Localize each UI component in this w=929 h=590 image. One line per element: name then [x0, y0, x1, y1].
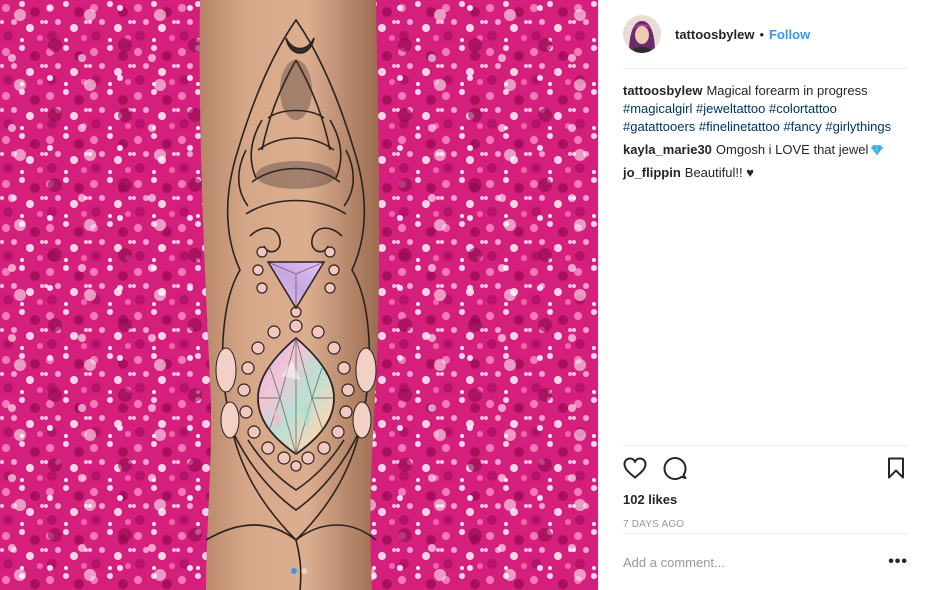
caption-text: Magical forearm in progress	[706, 83, 868, 98]
comment-bubble-icon	[663, 457, 687, 480]
comment-text: Beautiful!! ♥	[684, 165, 754, 180]
avatar[interactable]	[623, 15, 661, 53]
caption-hashtags[interactable]: #magicalgirl #jeweltattoo #colortattoo #…	[623, 101, 891, 134]
comment-text: Omgosh i LOVE that jewel	[715, 142, 869, 157]
post-header: tattoosbylew • Follow	[623, 0, 908, 69]
post-side-panel: tattoosbylew • Follow tattoosbylew Magica…	[598, 0, 929, 590]
comment-username[interactable]: jo_flippin	[623, 165, 681, 180]
save-button[interactable]	[884, 456, 908, 480]
caption-username[interactable]: tattoosbylew	[623, 83, 702, 98]
post-timestamp[interactable]: 7 DAYS AGO	[623, 519, 908, 530]
heart-icon	[623, 457, 647, 479]
comment-input[interactable]	[623, 554, 889, 570]
follow-button[interactable]: Follow	[769, 27, 810, 42]
bookmark-icon	[888, 457, 904, 479]
tattoo-photo	[0, 0, 598, 590]
header-separator: •	[759, 26, 765, 42]
post-actions-section: 102 likes 7 DAYS AGO	[623, 445, 908, 530]
gem-icon	[871, 145, 884, 155]
instagram-post: tattoosbylew • Follow tattoosbylew Magica…	[0, 0, 929, 590]
caption: tattoosbylew Magical forearm in progress …	[623, 82, 908, 136]
comment-item: jo_flippin Beautiful!! ♥	[623, 164, 908, 182]
comment-button[interactable]	[663, 456, 687, 480]
carousel-dot-2[interactable]	[301, 568, 307, 574]
comment-item: kayla_marie30 Omgosh i LOVE that jewel	[623, 141, 908, 159]
more-options-icon[interactable]: •••	[888, 554, 908, 570]
like-button[interactable]	[623, 456, 647, 480]
carousel-dot-1[interactable]	[291, 568, 297, 574]
post-photo[interactable]	[0, 0, 598, 590]
action-bar	[623, 446, 908, 490]
comments-list: tattoosbylew Magical forearm in progress …	[623, 82, 908, 187]
carousel-indicator	[0, 568, 598, 574]
author-username[interactable]: tattoosbylew	[675, 27, 754, 42]
avatar-image	[623, 15, 661, 53]
likes-count[interactable]: 102 likes	[623, 492, 908, 507]
comment-username[interactable]: kayla_marie30	[623, 142, 712, 157]
add-comment-bar: •••	[623, 533, 908, 590]
